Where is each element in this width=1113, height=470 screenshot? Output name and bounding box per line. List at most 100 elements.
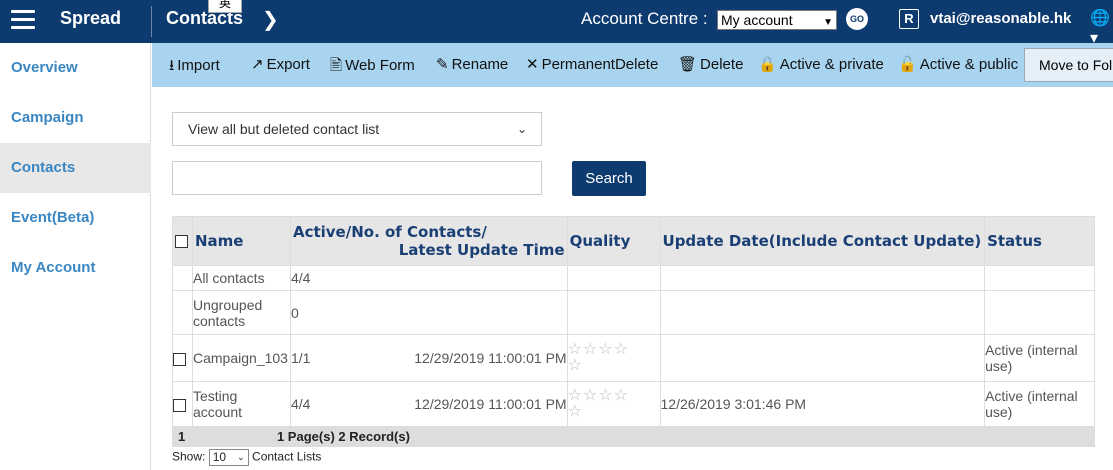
sidebar-item-campaign[interactable]: Campaign xyxy=(0,93,151,143)
chevron-right-icon: ❯ xyxy=(262,9,279,31)
row-count: 4/4 xyxy=(290,396,311,412)
sidebar: Overview Campaign Contacts Event(Beta) M… xyxy=(0,43,151,470)
table-footer: 1 1 Page(s) 2 Record(s) xyxy=(172,426,1096,447)
row-status: Active (internal use) xyxy=(984,381,1095,427)
page-count: 1 Page(s) xyxy=(276,429,335,444)
delete-label: Delete xyxy=(700,56,744,73)
chevron-down-icon: ⌄ xyxy=(516,122,527,136)
row-update-date xyxy=(659,334,986,382)
import-button[interactable]: ⭳ Import xyxy=(169,55,220,80)
chevron-down-icon: ▼ xyxy=(823,17,833,28)
pencil-icon: ✎ xyxy=(436,56,449,73)
row-select-cell xyxy=(172,334,193,382)
web-form-icon: 🖹 xyxy=(330,57,343,74)
row-latest-time: 12/29/2019 11:00:01 PM xyxy=(414,396,567,412)
contact-lists-table: Name Active/No. of Contacts/ Latest Upda… xyxy=(172,216,1096,447)
col-header-quality[interactable]: Quality xyxy=(566,216,661,266)
row-latest-time: 12/29/2019 11:00:01 PM xyxy=(414,350,567,366)
search-button[interactable]: Search xyxy=(572,161,646,196)
active-private-label: Active & private xyxy=(779,56,884,73)
web-form-button[interactable]: 🖹 Web Form xyxy=(330,55,415,80)
user-email[interactable]: vtai@reasonable.hk xyxy=(930,10,1071,27)
table-row[interactable]: Campaign_103 1/1 12/29/2019 11:00:01 PM … xyxy=(172,334,1095,382)
row-name[interactable]: Ungrouped contacts xyxy=(191,290,291,335)
row-status: Active (internal use) xyxy=(984,334,1095,382)
chevron-down-icon: ⌄ xyxy=(237,452,245,462)
contact-list-filter-select[interactable]: View all but deleted contact list ⌄ xyxy=(172,112,542,146)
page-size-select[interactable]: 10 ⌄ xyxy=(208,449,249,466)
account-centre-label: Account Centre : xyxy=(581,9,708,28)
row-select-cell xyxy=(172,381,193,427)
select-all-cell xyxy=(172,216,193,266)
row-name[interactable]: Campaign_103 xyxy=(191,334,291,382)
divider xyxy=(151,6,152,37)
show-label: Show: xyxy=(172,449,206,464)
active-public-label: Active & public xyxy=(919,56,1019,73)
row-quality: ☆☆☆☆ ☆ xyxy=(566,334,661,382)
table-row[interactable]: All contacts 4/4 xyxy=(172,265,1095,291)
import-icon: ⭳ xyxy=(169,57,175,74)
move-to-folder-button[interactable]: Move to Fol xyxy=(1024,48,1113,82)
globe-icon[interactable]: 🌐▾ xyxy=(1090,8,1113,48)
permanent-delete-label: PermanentDelete xyxy=(541,56,659,73)
table-row[interactable]: Ungrouped contacts 0 xyxy=(172,290,1095,335)
star-rating-icon: ☆☆☆☆ ☆ xyxy=(567,387,629,420)
sidebar-item-event[interactable]: Event(Beta) xyxy=(0,193,151,243)
user-badge[interactable]: R xyxy=(899,9,919,29)
top-bar: Spread Contacts 英 ❯ Account Centre : My … xyxy=(0,0,1113,47)
unlock-icon: 🔓 xyxy=(898,56,917,73)
page-size-value: 10 xyxy=(212,450,227,464)
record-count: 2 Record(s) xyxy=(338,429,410,444)
select-all-checkbox[interactable] xyxy=(175,235,188,248)
lock-icon: 🔒 xyxy=(758,56,777,73)
sidebar-item-contacts[interactable]: Contacts xyxy=(0,143,151,193)
search-input[interactable] xyxy=(172,161,542,195)
row-checkbox[interactable] xyxy=(173,398,186,412)
permanent-delete-button[interactable]: ✕ PermanentDelete xyxy=(526,55,658,73)
toolbar: ⭳ Import ↗ Export 🖹 Web Form ✎ Rename ✕ Perma… xyxy=(152,43,1113,87)
go-button[interactable]: GO xyxy=(846,8,868,30)
menu-icon[interactable] xyxy=(11,10,35,30)
filter-select-value: View all but deleted contact list xyxy=(188,121,380,137)
account-select[interactable]: My account ▼ xyxy=(717,10,837,30)
web-form-label: Web Form xyxy=(345,57,415,74)
row-count-time: 1/1 12/29/2019 11:00:01 PM xyxy=(289,334,568,382)
export-icon: ↗ xyxy=(251,56,264,73)
ime-indicator: 英 xyxy=(208,0,242,13)
row-name[interactable]: Testing account xyxy=(191,381,291,427)
row-count: 4/4 xyxy=(289,265,568,291)
import-label: Import xyxy=(177,57,220,74)
export-button[interactable]: ↗ Export xyxy=(251,55,310,73)
active-public-button[interactable]: 🔓 Active & public xyxy=(898,55,1018,73)
rename-button[interactable]: ✎ Rename xyxy=(436,55,508,73)
col-header-name[interactable]: Name xyxy=(191,216,291,266)
col-header-update-date[interactable]: Update Date(Include Contact Update) xyxy=(659,216,986,266)
delete-button[interactable]: 🗑 Delete xyxy=(678,55,743,73)
current-page[interactable]: 1 xyxy=(173,429,185,444)
table-row[interactable]: Testing account 4/4 12/29/2019 11:00:01 … xyxy=(172,381,1095,427)
row-quality: ☆☆☆☆ ☆ xyxy=(566,381,661,427)
page-size-control: Show: 10 ⌄ Contact Lists xyxy=(172,449,321,466)
trash-icon: 🗑 xyxy=(678,56,698,73)
sidebar-item-my-account[interactable]: My Account xyxy=(0,243,151,293)
row-name[interactable]: All contacts xyxy=(191,265,291,291)
close-icon: ✕ xyxy=(526,56,539,73)
contact-lists-suffix: Contact Lists xyxy=(252,449,322,464)
table-header-row: Name Active/No. of Contacts/ Latest Upda… xyxy=(172,216,1095,266)
row-update-date: 12/26/2019 3:01:46 PM xyxy=(659,381,986,427)
rename-label: Rename xyxy=(451,56,509,73)
col-header-active-line1: Active/No. of Contacts/ xyxy=(292,223,487,241)
col-header-active[interactable]: Active/No. of Contacts/ Latest Update Ti… xyxy=(289,216,568,266)
active-private-button[interactable]: 🔒 Active & private xyxy=(758,55,884,73)
brand-name[interactable]: Spread xyxy=(60,8,121,29)
export-label: Export xyxy=(266,56,310,73)
star-rating-icon: ☆☆☆☆ ☆ xyxy=(567,341,629,374)
row-checkbox[interactable] xyxy=(173,352,186,366)
account-select-value: My account xyxy=(721,12,793,28)
sidebar-item-overview[interactable]: Overview xyxy=(0,43,151,93)
col-header-active-line2: Latest Update Time xyxy=(398,241,565,259)
col-header-status[interactable]: Status xyxy=(984,216,1095,266)
row-count-time: 4/4 12/29/2019 11:00:01 PM xyxy=(289,381,568,427)
row-count: 1/1 xyxy=(290,350,311,366)
row-count: 0 xyxy=(289,290,568,335)
